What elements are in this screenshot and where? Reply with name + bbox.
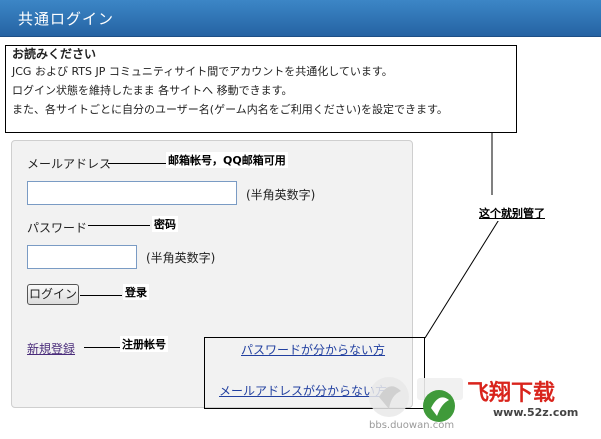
- watermark-url: www.52z.com: [493, 406, 579, 419]
- watermark: 飞翔下载 www.52z.com bbs.duowan.com: [363, 364, 601, 435]
- watermark-brand: 飞翔下载: [467, 381, 556, 406]
- annotation-ignore: 这个就别管了: [477, 205, 547, 221]
- watermark-sub: bbs.duowan.com: [369, 420, 455, 431]
